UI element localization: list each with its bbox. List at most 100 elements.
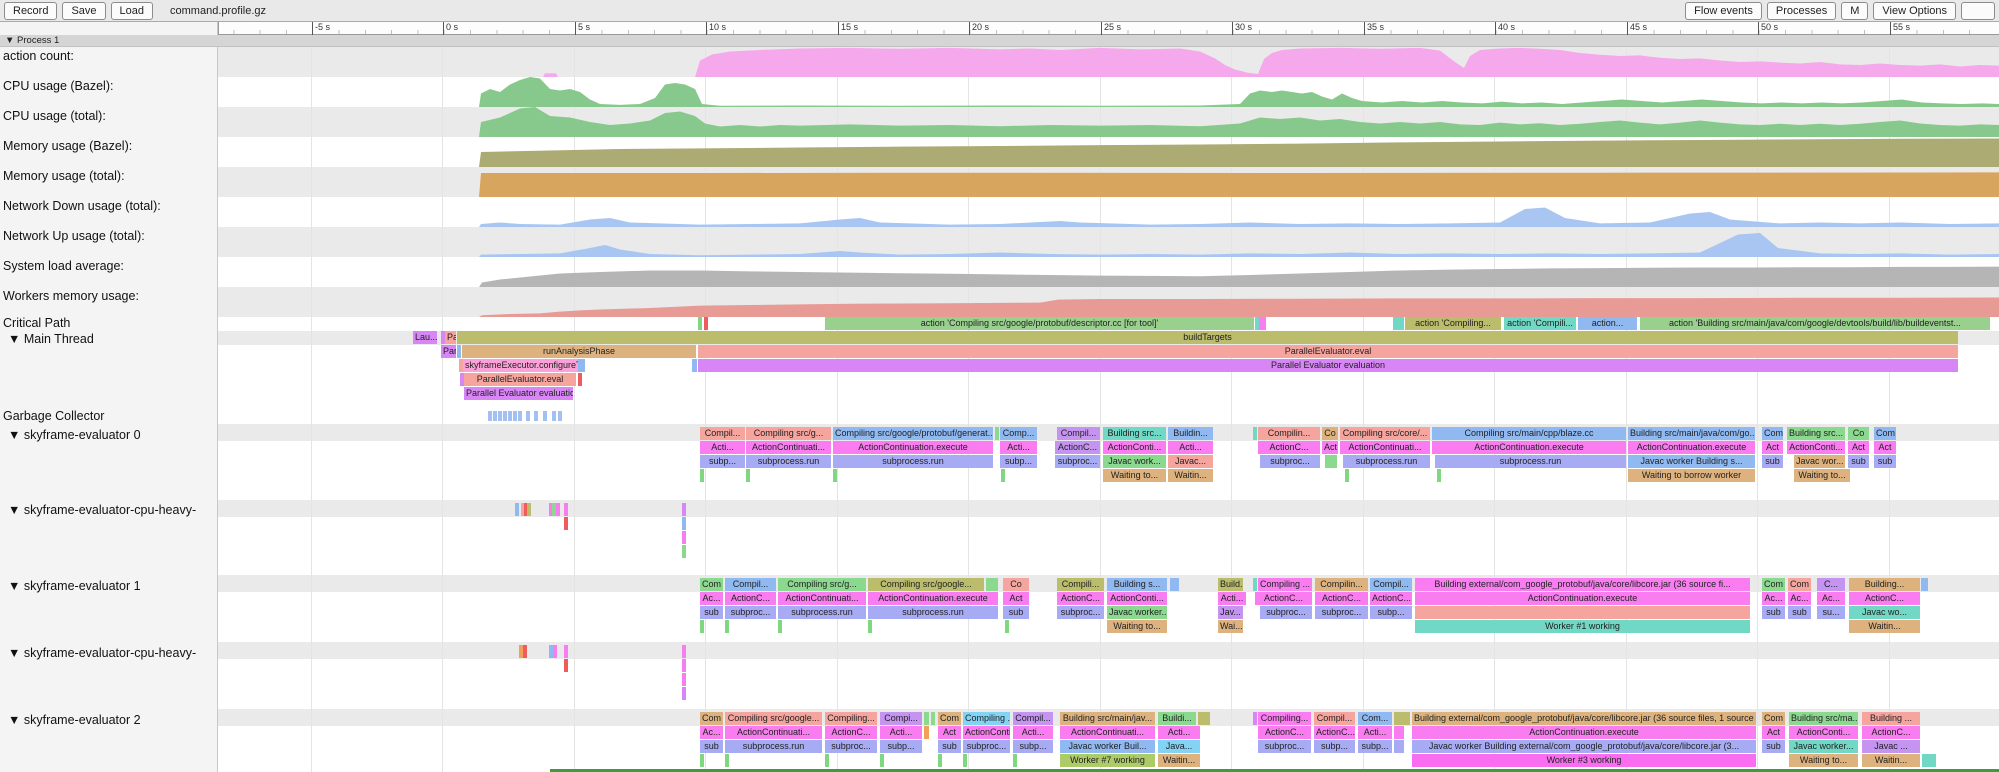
event-bar[interactable]: Java... (1158, 740, 1200, 753)
event-bar[interactable]: action... (1578, 317, 1637, 330)
event-bar[interactable] (518, 411, 522, 421)
event-bar[interactable] (508, 411, 512, 421)
event-bar[interactable]: subprocess.run (1343, 455, 1430, 468)
process-header[interactable]: ▼ Process 1 (0, 35, 1999, 47)
event-bar[interactable]: Building src/ma... (1789, 712, 1858, 725)
event-bar[interactable]: sub (1874, 455, 1896, 468)
event-bar[interactable]: Acti... (880, 726, 922, 739)
event-bar[interactable]: ActionC... (1849, 592, 1920, 605)
event-bar[interactable]: ActionContinuati... (1060, 726, 1155, 739)
event-bar[interactable]: skyframeExecutor.configureTargets (463, 359, 578, 372)
event-bar[interactable] (552, 411, 556, 421)
event-bar[interactable]: Compiling src/core/... (1340, 427, 1430, 440)
event-bar[interactable]: Acti... (1013, 726, 1053, 739)
event-bar[interactable] (1253, 712, 1257, 725)
event-bar[interactable]: Wai... (1218, 620, 1243, 633)
event-bar[interactable]: Compiling src/google/protobuf/generat... (833, 427, 993, 440)
track-label[interactable]: ▼ skyframe-evaluator 1 (0, 579, 218, 594)
event-bar[interactable]: ActionC... (1370, 592, 1412, 605)
event-bar[interactable]: subproc... (963, 740, 1010, 753)
event-bar[interactable]: Compiling... (1258, 712, 1311, 725)
event-bar[interactable]: Worker #3 working (1412, 754, 1756, 767)
event-bar[interactable] (682, 659, 686, 672)
event-bar[interactable]: ActionC... (1258, 441, 1320, 454)
event-bar[interactable]: subproc... (1258, 740, 1311, 753)
track-label[interactable]: Memory usage (total): (0, 169, 218, 184)
event-bar[interactable]: ActionContinuation.execute (1412, 726, 1756, 739)
event-bar[interactable]: subprocess.run (833, 455, 993, 468)
event-bar[interactable] (868, 620, 872, 633)
event-bar[interactable]: Waiting to... (1789, 754, 1858, 767)
event-bar[interactable]: Comp... (1000, 427, 1037, 440)
event-bar[interactable] (1394, 740, 1404, 753)
event-bar[interactable] (682, 531, 686, 544)
event-bar[interactable] (924, 712, 929, 725)
event-bar[interactable] (1005, 620, 1009, 633)
event-bar[interactable]: action 'Compili... (1504, 317, 1576, 330)
event-bar[interactable] (1325, 455, 1337, 468)
event-bar[interactable]: subp... (1000, 455, 1037, 468)
event-bar[interactable]: Acti... (700, 441, 745, 454)
event-bar[interactable] (700, 469, 704, 482)
event-bar[interactable]: Javac worker Building s... (1628, 455, 1755, 468)
event-bar[interactable] (526, 411, 530, 421)
workers-memory-chart[interactable] (218, 287, 1999, 317)
event-bar[interactable] (493, 411, 497, 421)
event-bar[interactable]: subprocess.run (746, 455, 831, 468)
event-bar[interactable]: action 'Compiling src/google/protobuf/de… (825, 317, 1254, 330)
time-ruler[interactable]: -5 s0 s5 s10 s15 s20 s25 s30 s35 s40 s45… (218, 22, 1999, 35)
event-bar[interactable] (564, 659, 568, 672)
event-bar[interactable] (1394, 712, 1410, 725)
event-bar[interactable]: ActionC... (1255, 592, 1312, 605)
event-bar[interactable] (746, 469, 750, 482)
event-bar[interactable]: ActionContinuation.execute (1432, 441, 1626, 454)
event-bar[interactable]: Com (1762, 427, 1783, 440)
event-bar[interactable]: ActionContinuation.execute (833, 441, 993, 454)
event-bar[interactable]: Ac... (1788, 592, 1811, 605)
event-bar[interactable]: sub (1762, 455, 1783, 468)
cpu-total-chart[interactable] (218, 107, 1999, 137)
event-bar[interactable]: Compiling src/google... (868, 578, 984, 591)
event-bar[interactable]: Waiting to... (1107, 620, 1167, 633)
event-bar[interactable] (527, 503, 531, 516)
event-bar[interactable] (995, 427, 999, 440)
event-bar[interactable]: Compiling src/g... (778, 578, 866, 591)
event-bar[interactable]: Par (441, 345, 456, 358)
event-bar[interactable] (1921, 578, 1928, 591)
save-button[interactable]: Save (62, 2, 105, 20)
event-bar[interactable]: Buildi... (1158, 712, 1196, 725)
event-bar[interactable]: sub (1762, 606, 1785, 619)
flow-events-button[interactable]: Flow events (1685, 2, 1762, 20)
event-bar[interactable] (503, 411, 507, 421)
event-bar[interactable]: ActionContinuati... (746, 441, 831, 454)
event-bar[interactable]: sub (1788, 606, 1811, 619)
event-bar[interactable] (682, 503, 686, 516)
event-bar[interactable]: Compil... (1057, 427, 1100, 440)
event-bar[interactable] (1198, 712, 1210, 725)
event-bar[interactable]: Compi... (880, 712, 922, 725)
event-bar[interactable]: subproc... (1260, 606, 1312, 619)
event-bar[interactable]: ActionContinuation.execute (868, 592, 998, 605)
event-bar[interactable]: Compiling... (825, 712, 877, 725)
event-bar[interactable]: subproc... (825, 740, 877, 753)
event-bar[interactable] (986, 578, 998, 591)
event-bar[interactable] (704, 317, 708, 330)
event-bar[interactable]: Com (1874, 427, 1896, 440)
event-bar[interactable]: subp... (1370, 606, 1412, 619)
processes-button[interactable]: Processes (1767, 2, 1836, 20)
event-bar[interactable] (558, 411, 562, 421)
event-bar[interactable]: Act (938, 726, 961, 739)
track-label[interactable]: ▼ Main Thread (0, 332, 218, 347)
event-bar[interactable]: Waiting to borrow worker (1628, 469, 1755, 482)
event-bar[interactable] (498, 411, 502, 421)
event-bar[interactable] (1253, 578, 1257, 591)
event-bar[interactable]: Acti... (1168, 441, 1213, 454)
event-bar[interactable]: Com (1762, 712, 1785, 725)
event-bar[interactable] (700, 620, 704, 633)
event-bar[interactable]: Ac... (1817, 592, 1845, 605)
event-bar[interactable] (1437, 469, 1441, 482)
event-bar[interactable]: Acti... (1218, 592, 1246, 605)
event-bar[interactable]: Compiling src/g... (746, 427, 831, 440)
event-bar[interactable]: buildTargets (457, 331, 1958, 344)
event-bar[interactable]: ActionConti... (1787, 441, 1845, 454)
